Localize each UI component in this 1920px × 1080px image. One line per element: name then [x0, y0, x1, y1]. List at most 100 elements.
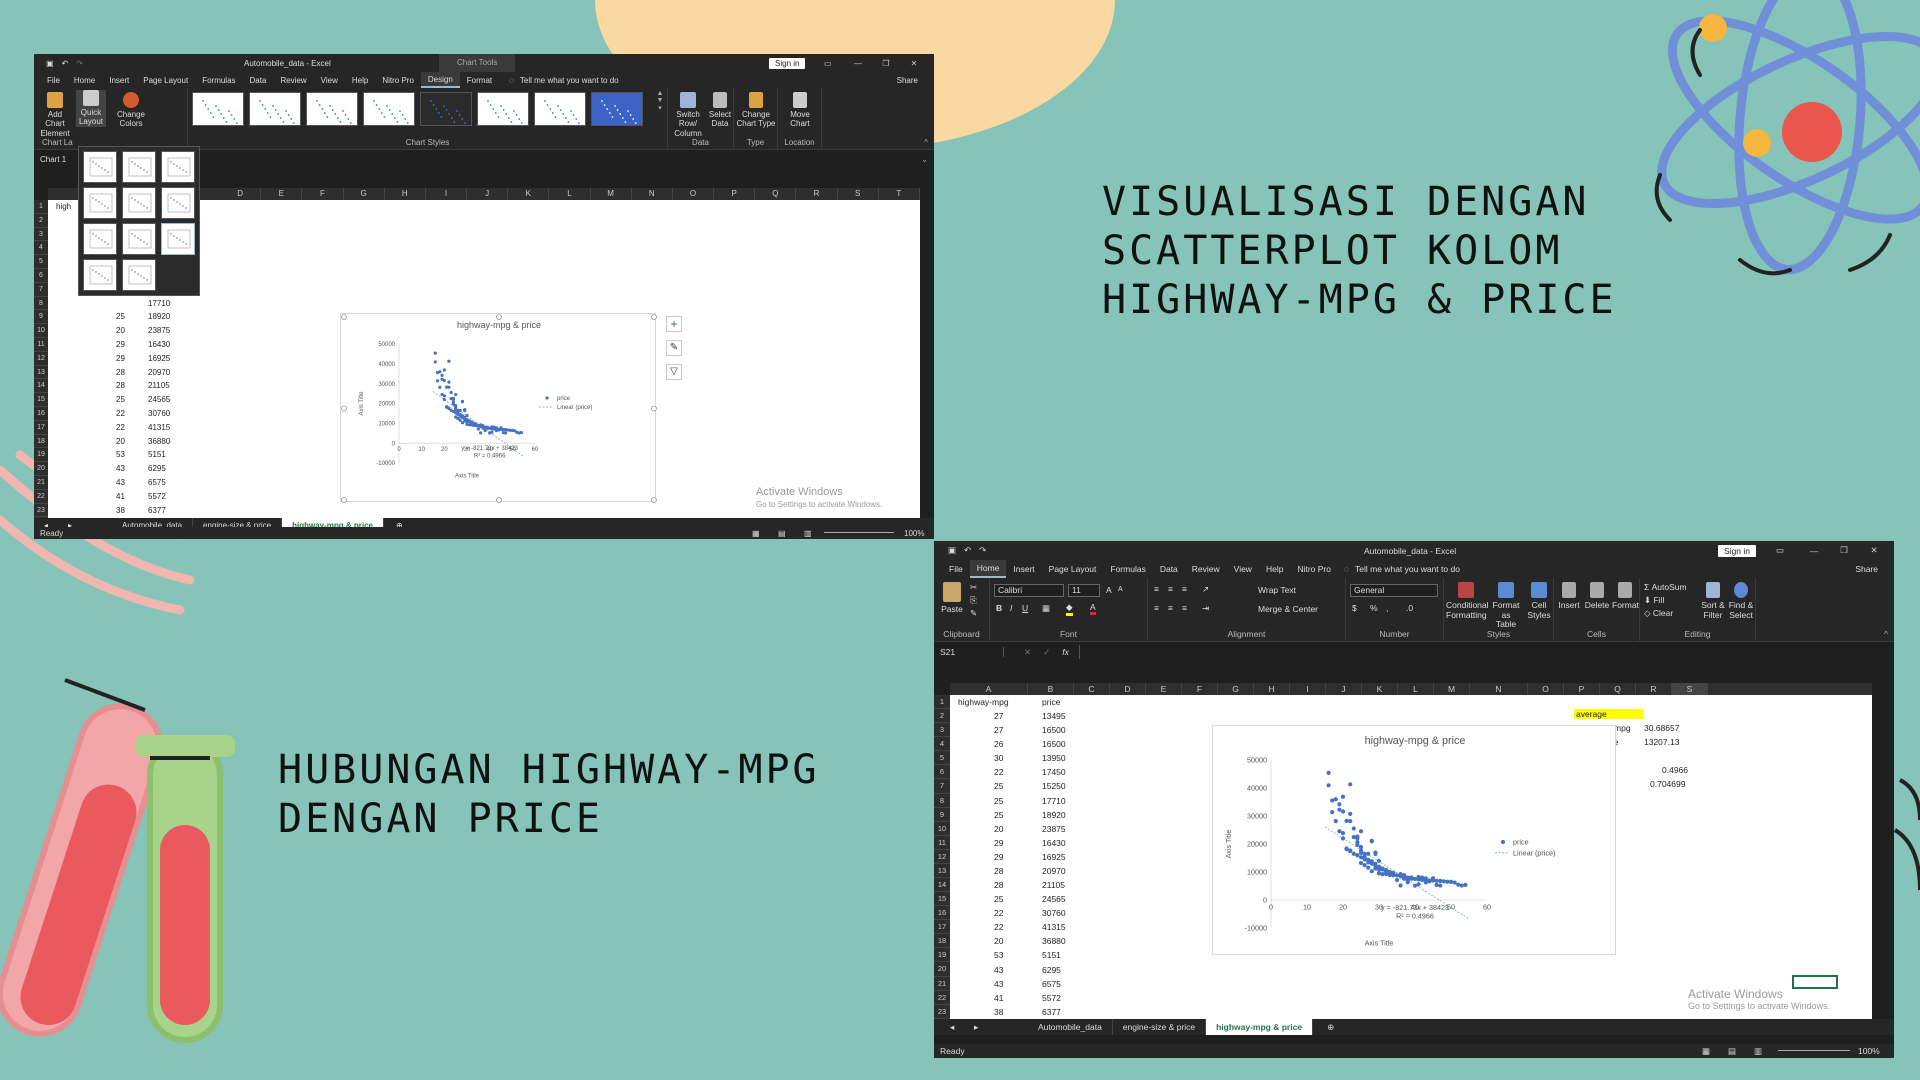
legend-price[interactable]: price — [1513, 838, 1529, 847]
row-header[interactable]: 11 — [934, 836, 950, 850]
scatter-point[interactable] — [1434, 878, 1439, 883]
scatter-point[interactable] — [1333, 819, 1338, 824]
chart-style-option[interactable] — [420, 92, 472, 126]
cancel-entry-icon[interactable]: ✕ — [1024, 647, 1031, 658]
y-axis-title[interactable]: Axis Title — [359, 391, 365, 416]
row-header[interactable]: 9 — [934, 808, 950, 822]
scatter-point[interactable] — [1348, 819, 1353, 824]
scatter-point[interactable] — [460, 421, 465, 425]
scatter-point[interactable] — [433, 351, 437, 355]
row-header[interactable]: 19 — [34, 448, 48, 463]
cell-highway-mpg[interactable]: 27 — [994, 711, 1003, 721]
scatter-point[interactable] — [1384, 869, 1389, 875]
cell-price[interactable]: 5151 — [1042, 950, 1061, 960]
name-box[interactable]: Chart 1 — [40, 155, 66, 164]
scatter-point[interactable] — [1366, 851, 1371, 856]
row-header[interactable]: 20 — [34, 462, 48, 476]
sign-in-button-2[interactable]: Sign in — [1718, 544, 1756, 557]
align-bottom-icon[interactable]: ≡ — [1182, 584, 1187, 594]
align-middle-icon[interactable]: ≡ — [1168, 584, 1173, 594]
cell-price[interactable]: 18920 — [1042, 810, 1066, 820]
fill-color-icon[interactable]: ◆ — [1066, 602, 1073, 616]
row-header[interactable]: 17 — [34, 421, 48, 435]
column-header[interactable]: B — [1028, 683, 1074, 695]
scatter-point[interactable] — [1448, 879, 1454, 884]
row-header[interactable]: 15 — [934, 892, 950, 907]
cell-highway-mpg[interactable]: 25 — [994, 796, 1003, 806]
quick-layout-option[interactable] — [161, 187, 195, 219]
menu-view-2[interactable]: View — [1227, 560, 1259, 578]
scatter-point[interactable] — [1409, 875, 1414, 880]
resize-handle[interactable] — [341, 497, 347, 503]
cell-price[interactable]: 5572 — [1042, 993, 1061, 1003]
ribbon-display-icon-2[interactable]: ▭ — [1776, 545, 1784, 556]
scatter-point[interactable] — [481, 424, 485, 428]
legend-linear-price[interactable]: Linear (price) — [557, 405, 592, 411]
autosum-button[interactable]: Σ AutoSum — [1644, 582, 1687, 592]
row-header[interactable]: 7 — [934, 779, 950, 794]
scatter-point[interactable] — [449, 408, 453, 413]
scatter-point[interactable] — [1373, 866, 1378, 871]
clear-button[interactable]: ◇ Clear — [1644, 608, 1673, 619]
cell-price[interactable]: 17710 — [1042, 796, 1066, 806]
name-box-2[interactable]: S21 — [940, 647, 1004, 657]
find-select-button[interactable]: Find & Select — [1728, 582, 1754, 620]
font-color-icon[interactable]: A — [1090, 602, 1096, 615]
merge-center-button[interactable]: Merge & Center — [1258, 604, 1318, 614]
menu-review-2[interactable]: Review — [1185, 560, 1227, 578]
cell-highway-mpg[interactable]: 38 — [116, 506, 125, 515]
save-icon[interactable]: ▣ — [46, 59, 54, 68]
cell-highway-mpg[interactable]: 30 — [994, 753, 1003, 763]
cell-price[interactable]: 18920 — [148, 312, 170, 321]
cell-highway-mpg[interactable]: 29 — [116, 340, 125, 349]
tell-me-input[interactable]: Tell me what you want to do — [520, 76, 619, 85]
confirm-entry-icon[interactable]: ✓ — [1043, 647, 1050, 658]
column-header[interactable]: S — [838, 188, 879, 200]
cell-highway-mpg[interactable]: 22 — [116, 409, 125, 418]
undo-icon[interactable]: ↶ — [62, 59, 69, 68]
scatter-point[interactable] — [1369, 861, 1374, 866]
scatter-point[interactable] — [447, 385, 451, 389]
percent-icon[interactable]: % — [1370, 603, 1378, 613]
cell-price[interactable]: 6295 — [148, 464, 166, 473]
cell-price[interactable]: 36880 — [148, 437, 170, 446]
scatter-point[interactable] — [1337, 829, 1342, 834]
scatter-point[interactable] — [442, 397, 446, 402]
cell-highway-mpg[interactable]: 43 — [994, 965, 1003, 975]
column-header[interactable]: P — [714, 188, 756, 200]
scatter-point[interactable] — [1405, 878, 1410, 883]
cell-highway-mpg[interactable]: 41 — [994, 993, 1003, 1003]
scatter-point[interactable] — [492, 425, 496, 429]
close-icon-2[interactable]: ✕ — [1856, 545, 1892, 556]
column-header[interactable]: H — [1254, 683, 1290, 695]
row-header[interactable]: 21 — [34, 476, 48, 490]
column-header[interactable]: K — [1362, 683, 1398, 695]
cell-highway-mpg[interactable]: 38 — [994, 1007, 1003, 1017]
r-value[interactable]: 0.704699 — [1650, 779, 1685, 789]
cell-highway-mpg[interactable]: 41 — [116, 492, 125, 501]
row-header[interactable]: 8 — [934, 794, 950, 808]
scatter-point[interactable] — [1376, 867, 1382, 872]
page-break-view-icon-2[interactable]: ▥ — [1754, 1046, 1762, 1057]
cell-price[interactable]: 6295 — [1042, 965, 1061, 975]
switch-row-column-button[interactable]: Switch Row/ Column — [670, 92, 706, 138]
scatter-point[interactable] — [1380, 867, 1385, 872]
save-icon-2[interactable]: ▣ — [948, 545, 956, 556]
scatter-point[interactable] — [1326, 783, 1331, 788]
quick-layout-button[interactable]: Quick Layout — [76, 90, 106, 127]
insert-cells-button[interactable]: Insert — [1556, 582, 1582, 611]
column-header[interactable]: T — [879, 188, 920, 200]
scatter-point[interactable] — [1326, 770, 1331, 775]
zoom-slider[interactable] — [824, 532, 894, 533]
row-header[interactable]: 18 — [34, 435, 48, 449]
row-header[interactable]: 2 — [34, 214, 48, 228]
scatter-point[interactable] — [479, 431, 483, 435]
row-header[interactable]: 10 — [34, 324, 48, 338]
cell-highway-mpg[interactable]: 29 — [994, 852, 1003, 862]
scatter-point[interactable] — [1394, 873, 1400, 878]
cell-price[interactable]: 30760 — [1042, 908, 1066, 918]
scatter-point[interactable] — [1358, 860, 1364, 866]
row-header[interactable]: 4 — [934, 737, 950, 752]
cell-price[interactable]: 23875 — [1042, 824, 1066, 834]
align-right-icon[interactable]: ≡ — [1182, 603, 1187, 613]
